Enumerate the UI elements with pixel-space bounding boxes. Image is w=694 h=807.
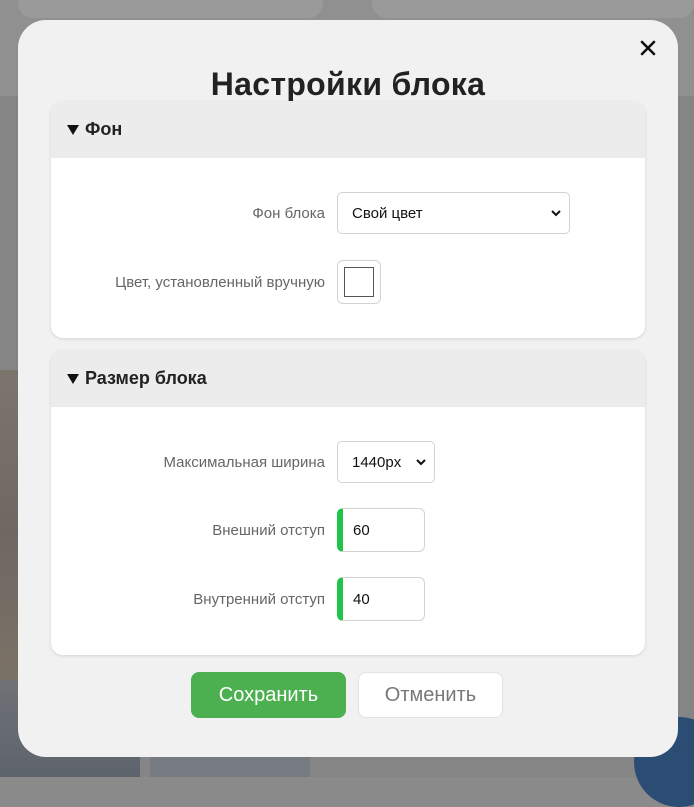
- save-button[interactable]: Сохранить: [191, 672, 346, 718]
- triangle-down-icon: [67, 124, 79, 135]
- section-size-header[interactable]: Размер блока: [51, 350, 645, 407]
- max-width-label: Максимальная ширина: [163, 453, 325, 471]
- inner-padding-input[interactable]: 40: [337, 577, 425, 621]
- backdrop-pill: [372, 0, 694, 18]
- modal-title: Настройки блока: [210, 66, 486, 102]
- color-picker[interactable]: [337, 260, 381, 304]
- outer-padding-input[interactable]: 60: [337, 508, 425, 552]
- close-button[interactable]: [636, 36, 660, 60]
- custom-color-label: Цвет, установленный вручную: [115, 273, 325, 291]
- inner-padding-row: Внутренний отступ 40: [51, 577, 645, 621]
- block-bg-value: Свой цвет: [352, 204, 423, 222]
- color-swatch: [344, 267, 374, 297]
- block-bg-label: Фон блока: [252, 204, 325, 222]
- section-title: Фон: [85, 119, 123, 139]
- backdrop-pill: [18, 0, 323, 18]
- outer-padding-label: Внешний отступ: [212, 521, 325, 539]
- inner-padding-label: Внутренний отступ: [193, 590, 325, 608]
- cancel-button[interactable]: Отменить: [358, 672, 503, 718]
- block-bg-row: Фон блока Свой цвет: [51, 192, 645, 234]
- chevron-down-icon: [551, 210, 561, 217]
- section-background: Фон Фон блока Свой цвет Цвет, установлен…: [51, 101, 645, 338]
- section-background-header[interactable]: Фон: [51, 101, 645, 158]
- block-bg-select[interactable]: Свой цвет: [337, 192, 570, 234]
- outer-padding-row: Внешний отступ 60: [51, 508, 645, 552]
- custom-color-row: Цвет, установленный вручную: [51, 260, 645, 304]
- triangle-down-icon: [67, 373, 79, 384]
- close-icon: [640, 40, 656, 56]
- max-width-value: 1440px: [352, 453, 402, 471]
- max-width-select[interactable]: 1440px: [337, 441, 435, 483]
- section-size: Размер блока Максимальная ширина 1440px …: [51, 350, 645, 655]
- max-width-row: Максимальная ширина 1440px: [51, 441, 645, 483]
- inner-padding-value: 40: [353, 590, 370, 608]
- outer-padding-value: 60: [353, 521, 370, 539]
- block-settings-modal: Настройки блока Фон Фон блока Свой цвет …: [18, 20, 678, 757]
- section-title: Размер блока: [85, 368, 207, 388]
- chevron-down-icon: [416, 459, 426, 466]
